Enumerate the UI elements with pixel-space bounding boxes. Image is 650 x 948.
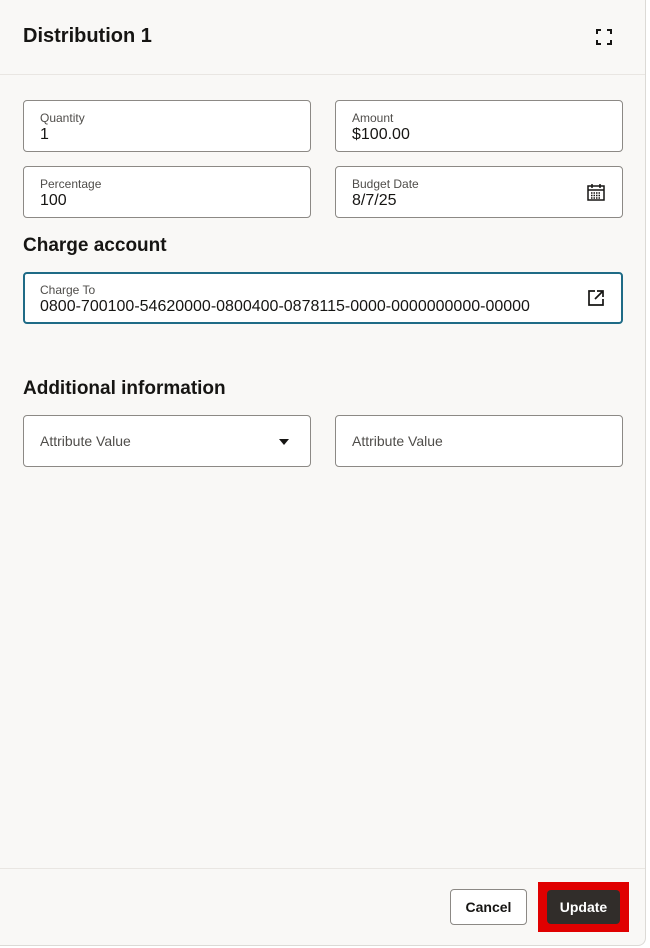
attribute-value-select[interactable]: Attribute Value [23, 415, 311, 467]
amount-value: $100.00 [352, 126, 410, 143]
attribute-value-placeholder: Attribute Value [352, 433, 443, 449]
percentage-field[interactable]: Percentage 100 [23, 166, 311, 218]
open-external-icon[interactable] [586, 288, 606, 308]
charge-account-heading: Charge account [23, 235, 167, 256]
calendar-icon[interactable] [586, 182, 606, 202]
update-button[interactable]: Update [547, 890, 620, 924]
attribute-value-input[interactable]: Attribute Value [335, 415, 623, 467]
expand-icon[interactable] [594, 27, 614, 47]
charge-to-label: Charge To [40, 283, 96, 297]
percentage-label: Percentage [40, 177, 102, 191]
additional-information-heading: Additional information [23, 378, 226, 399]
footer-divider [0, 868, 645, 869]
budget-date-field[interactable]: Budget Date 8/7/25 [335, 166, 623, 218]
panel-header: Distribution 1 [0, 0, 645, 75]
quantity-field[interactable]: Quantity 1 [23, 100, 311, 152]
amount-field[interactable]: Amount $100.00 [335, 100, 623, 152]
chevron-down-icon[interactable] [274, 432, 294, 452]
budget-date-label: Budget Date [352, 177, 419, 191]
quantity-value: 1 [40, 126, 49, 143]
percentage-value: 100 [40, 192, 67, 209]
charge-to-field[interactable]: Charge To 0800-700100-54620000-0800400-0… [23, 272, 623, 324]
attribute-value-placeholder: Attribute Value [40, 433, 131, 449]
panel-title: Distribution 1 [23, 25, 152, 47]
charge-to-value: 0800-700100-54620000-0800400-0878115-000… [40, 298, 530, 315]
quantity-label: Quantity [40, 111, 85, 125]
amount-label: Amount [352, 111, 394, 125]
budget-date-value: 8/7/25 [352, 192, 397, 209]
cancel-button[interactable]: Cancel [450, 889, 527, 925]
distribution-panel: Distribution 1 Quantity 1 Amount $100.00… [0, 0, 646, 946]
